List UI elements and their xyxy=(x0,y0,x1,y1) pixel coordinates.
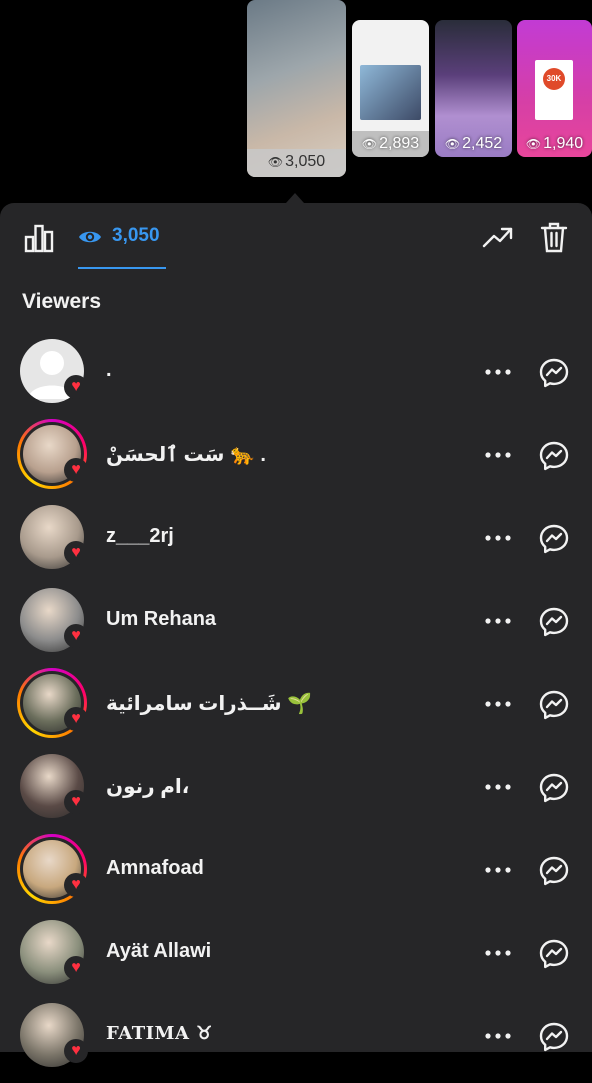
avatar[interactable]: ♥ xyxy=(17,1000,88,1070)
avatar[interactable]: ♥ xyxy=(17,751,88,821)
messenger-icon[interactable] xyxy=(538,689,570,721)
story-views-3: 👁 2,452 xyxy=(444,135,503,152)
ellipsis-icon[interactable] xyxy=(484,445,512,465)
heart-icon: ♥ xyxy=(64,956,88,980)
eye-icon: 👁 xyxy=(444,137,461,151)
trending-up-icon[interactable] xyxy=(482,225,514,249)
heart-glyph: ♥ xyxy=(71,544,81,561)
messenger-icon[interactable] xyxy=(538,440,570,472)
story-thumb-4[interactable]: 30K 👁 1,940 xyxy=(517,20,592,157)
messenger-icon[interactable] xyxy=(538,855,570,887)
viewer-username[interactable]: z___2rj xyxy=(106,525,174,548)
ellipsis-icon[interactable] xyxy=(484,777,512,797)
heart-glyph: ♥ xyxy=(71,876,81,893)
viewer-username[interactable]: سَت ٱلحسَنْ 🐆 . xyxy=(106,442,266,467)
viewer-row[interactable]: ♥ سَت ٱلحسَنْ 🐆 . xyxy=(0,419,592,502)
heart-glyph: ♥ xyxy=(71,959,81,976)
section-title: Viewers xyxy=(22,290,102,313)
ellipsis-icon[interactable] xyxy=(484,362,512,382)
messenger-icon[interactable] xyxy=(538,1021,570,1053)
viewer-username[interactable]: شَــذرات سامرائية 🌱 xyxy=(106,691,312,716)
story-views-4: 👁 1,940 xyxy=(525,135,584,152)
tab-underline xyxy=(78,267,166,269)
eye-icon: 👁 xyxy=(267,155,284,169)
messenger-icon[interactable] xyxy=(538,772,570,804)
messenger-icon[interactable] xyxy=(538,606,570,638)
story-thumb-2[interactable]: 👁 2,893 xyxy=(352,20,429,157)
viewer-username[interactable]: Amnafoad xyxy=(106,857,204,880)
selected-story-pointer xyxy=(286,193,304,203)
viewer-username[interactable]: ام رنون، xyxy=(106,774,189,799)
viewer-row[interactable]: ♥ z___2rj xyxy=(0,502,592,585)
heart-glyph: ♥ xyxy=(71,461,81,478)
bar-chart-icon[interactable] xyxy=(24,223,54,253)
eye-icon: 👁 xyxy=(525,137,542,151)
viewers-sheet: 3,050 Viewers ♥. ♥ سَت ٱلحسَنْ 🐆 . ♥ z___2rj… xyxy=(0,203,592,1067)
sheet-toolbar: 3,050 xyxy=(0,203,592,271)
heart-glyph: ♥ xyxy=(71,710,81,727)
ellipsis-icon[interactable] xyxy=(484,943,512,963)
heart-icon: ♥ xyxy=(64,873,88,897)
story-thumb-1[interactable]: 👁 3,050 xyxy=(247,0,346,177)
avatar[interactable]: ♥ xyxy=(17,668,88,738)
eye-icon: 👁 xyxy=(361,137,378,151)
view-count: 3,050 xyxy=(112,225,160,246)
heart-glyph: ♥ xyxy=(71,793,81,810)
heart-icon: ♥ xyxy=(64,458,88,482)
viewer-row[interactable]: ♥ Amnafoad xyxy=(0,834,592,917)
messenger-icon[interactable] xyxy=(538,523,570,555)
heart-icon: ♥ xyxy=(64,707,88,731)
trash-icon[interactable] xyxy=(540,221,568,253)
story-thumb-image xyxy=(360,65,421,120)
viewer-row[interactable]: ♥ Ayät Allawi xyxy=(0,917,592,1000)
ellipsis-icon[interactable] xyxy=(484,860,512,880)
story-views-2: 👁 2,893 xyxy=(352,131,429,157)
avatar[interactable]: ♥ xyxy=(17,336,88,406)
viewer-row[interactable]: ♥ FATIMA ♉︎ xyxy=(0,1000,592,1083)
heart-icon: ♥ xyxy=(64,541,88,565)
ellipsis-icon[interactable] xyxy=(484,611,512,631)
story-views-1: 👁 3,050 xyxy=(267,153,326,170)
avatar[interactable]: ♥ xyxy=(17,585,88,655)
heart-glyph: ♥ xyxy=(71,627,81,644)
tab-viewers[interactable]: 3,050 xyxy=(78,225,160,269)
heart-icon: ♥ xyxy=(64,1039,88,1063)
heart-icon: ♥ xyxy=(64,375,88,399)
avatar[interactable]: ♥ xyxy=(17,834,88,904)
viewer-row[interactable]: ♥ Um Rehana xyxy=(0,585,592,668)
heart-glyph: ♥ xyxy=(71,378,81,395)
heart-icon: ♥ xyxy=(64,624,88,648)
viewer-row[interactable]: ♥. xyxy=(0,336,592,419)
eye-icon xyxy=(79,231,101,243)
viewer-username[interactable]: Um Rehana xyxy=(106,608,216,631)
avatar[interactable]: ♥ xyxy=(17,502,88,572)
story-thumb-3[interactable]: 👁 2,452 xyxy=(435,20,512,157)
story-badge: 30K xyxy=(543,68,565,90)
messenger-icon[interactable] xyxy=(538,938,570,970)
ellipsis-icon[interactable] xyxy=(484,528,512,548)
avatar[interactable]: ♥ xyxy=(17,917,88,987)
heart-glyph: ♥ xyxy=(71,1042,81,1059)
viewer-username[interactable]: Ayät Allawi xyxy=(106,940,211,963)
ellipsis-icon[interactable] xyxy=(484,694,512,714)
viewer-row[interactable]: ♥ ام رنون، xyxy=(0,751,592,834)
viewer-username[interactable]: FATIMA ♉︎ xyxy=(106,1023,213,1044)
messenger-icon[interactable] xyxy=(538,357,570,389)
viewer-username[interactable]: . xyxy=(106,359,112,382)
viewer-row[interactable]: ♥ شَــذرات سامرائية 🌱 xyxy=(0,668,592,751)
story-strip: 👁 3,050 👁 2,893 👁 2,452 30K 👁 1,940 xyxy=(0,0,592,205)
ellipsis-icon[interactable] xyxy=(484,1026,512,1046)
heart-icon: ♥ xyxy=(64,790,88,814)
avatar[interactable]: ♥ xyxy=(17,419,88,489)
